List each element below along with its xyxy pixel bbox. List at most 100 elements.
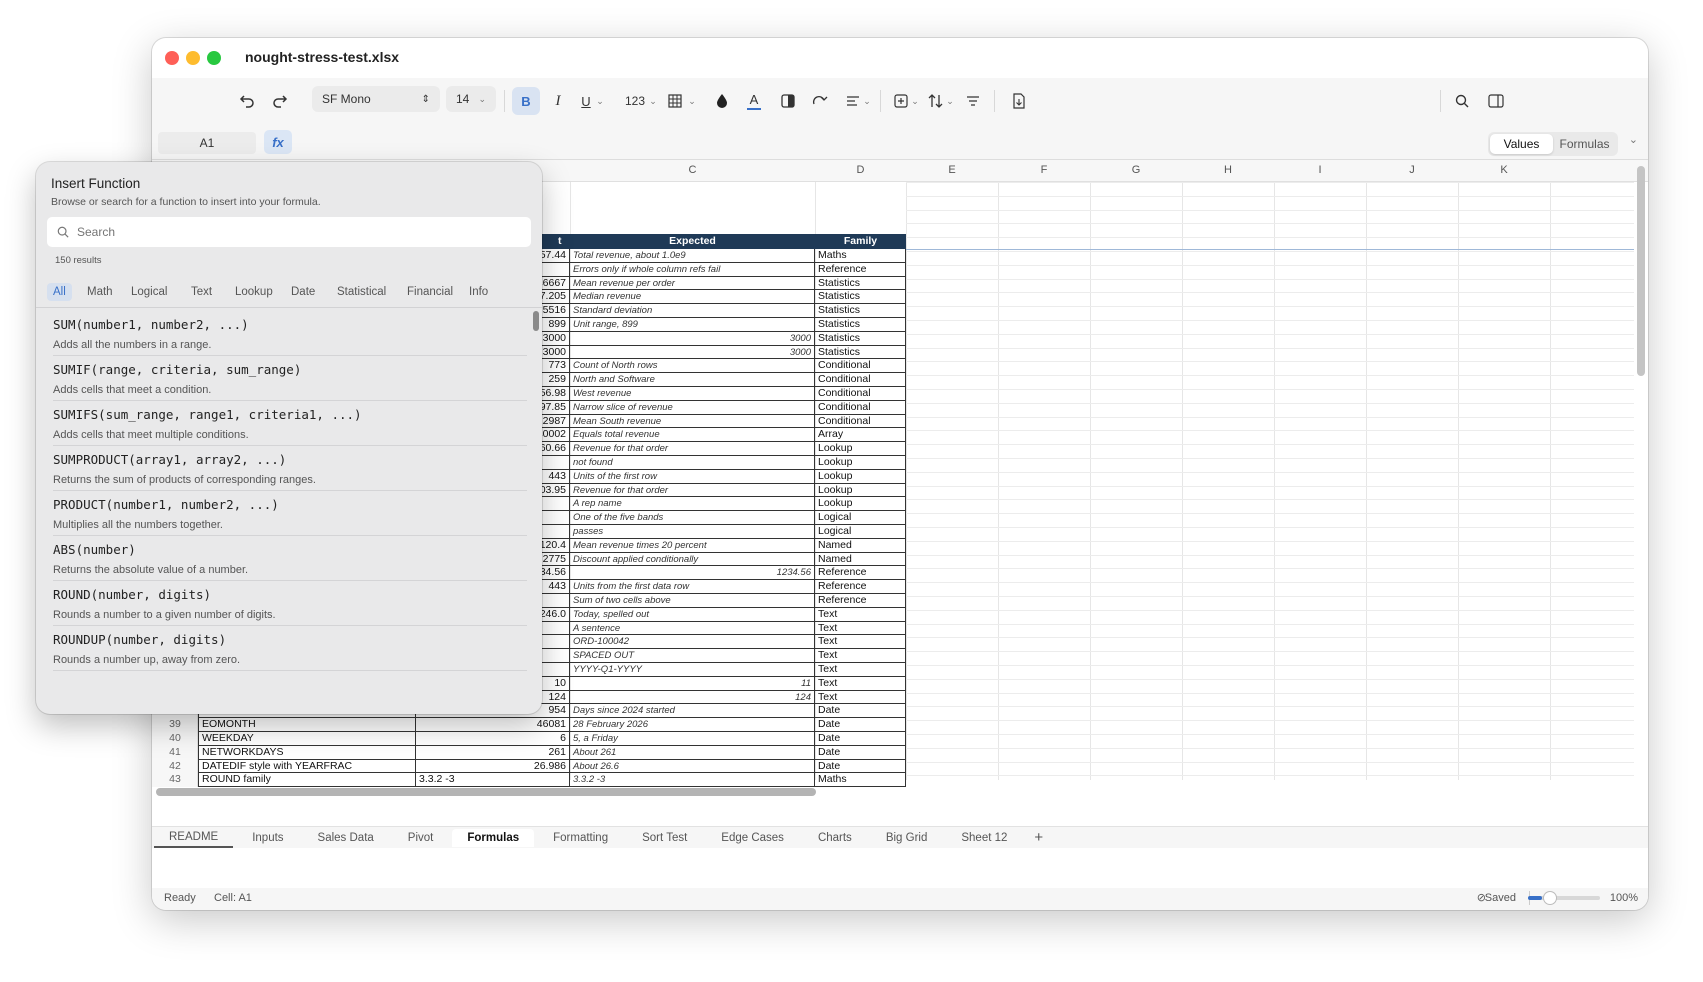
table-cell[interactable]: Mean revenue per order (570, 276, 815, 291)
table-cell[interactable]: Reference (815, 262, 906, 277)
table-cell[interactable]: DATEDIF style with YEARFRAC (198, 759, 416, 774)
table-cell[interactable]: Revenue for that order (570, 483, 815, 498)
table-cell[interactable]: Text (815, 663, 906, 677)
sheet-tab[interactable]: Sort Test (627, 829, 702, 847)
sheet-tab[interactable]: Pivot (393, 829, 449, 847)
function-list-scrollbar[interactable] (533, 311, 539, 331)
table-cell[interactable]: A sentence (570, 621, 815, 636)
text-color-button[interactable]: A (742, 87, 766, 115)
category-filter[interactable]: Financial (401, 283, 459, 301)
borders-button[interactable] (664, 87, 686, 115)
font-family-select[interactable]: SF Mono ⇕ (312, 86, 440, 112)
table-cell[interactable]: WEEKDAY (198, 732, 416, 746)
sheet-tab[interactable]: Big Grid (871, 829, 943, 847)
category-filter[interactable]: All (47, 283, 72, 301)
row-number[interactable]: 41 (152, 746, 198, 759)
table-cell[interactable]: Statistics (815, 290, 906, 305)
row-number[interactable]: 42 (152, 760, 198, 773)
table-cell[interactable]: Statistics (815, 331, 906, 346)
insert-button[interactable] (890, 87, 912, 115)
table-cell[interactable]: Sum of two cells above (570, 594, 815, 608)
table-cell[interactable]: 26.986 (416, 759, 570, 774)
table-cell[interactable]: 11 (570, 676, 815, 691)
sheet-tab[interactable]: README (154, 828, 234, 848)
table-cell[interactable]: Array (815, 428, 906, 443)
table-cell[interactable]: Unit range, 899 (570, 318, 815, 332)
table-cell[interactable]: Date (815, 704, 906, 719)
table-cell[interactable]: Named (815, 552, 906, 567)
table-cell[interactable]: Maths (815, 249, 906, 263)
sheet-tab[interactable]: Formulas (452, 828, 535, 847)
table-cell[interactable]: Units of the first row (570, 469, 815, 484)
table-cell[interactable]: One of the five bands (570, 511, 815, 525)
table-cell[interactable]: Text (815, 690, 906, 705)
table-cell[interactable]: NETWORKDAYS (198, 745, 416, 760)
table-cell[interactable]: Text (815, 607, 906, 622)
table-cell[interactable]: Statistics (815, 304, 906, 318)
table-header-cell[interactable]: Expected (570, 235, 815, 248)
table-cell[interactable]: North and Software (570, 373, 815, 387)
function-item[interactable]: ROUNDUP(number, digits) Rounds a number u… (53, 626, 527, 671)
function-item[interactable]: ROUND(number, digits) Rounds a number to … (53, 581, 527, 626)
category-filter[interactable]: Statistical (331, 283, 392, 301)
function-search-input[interactable] (77, 225, 497, 239)
table-cell[interactable]: A rep name (570, 497, 815, 512)
sidebar-toggle-button[interactable] (1484, 87, 1508, 115)
category-filter[interactable]: Info (463, 283, 494, 301)
export-button[interactable] (1008, 87, 1030, 115)
table-cell[interactable]: Date (815, 759, 906, 774)
column-header[interactable]: D (841, 164, 881, 177)
table-cell[interactable]: Conditional (815, 400, 906, 415)
category-filter[interactable]: Lookup (229, 283, 279, 301)
row-number[interactable]: 40 (152, 732, 198, 745)
column-header[interactable]: K (1484, 164, 1524, 177)
cell-reference-box[interactable]: A1 (158, 132, 256, 154)
table-cell[interactable]: Count of North rows (570, 359, 815, 374)
add-sheet-button[interactable]: + (1024, 827, 1053, 848)
table-cell[interactable]: Mean South revenue (570, 414, 815, 429)
column-header[interactable]: H (1208, 164, 1248, 177)
category-filter[interactable]: Math (81, 283, 119, 301)
conditional-format-button[interactable] (776, 87, 800, 115)
table-cell[interactable]: 6 (416, 732, 570, 746)
table-header-cell[interactable]: t (558, 235, 568, 248)
function-item[interactable]: SUM(number1, number2, ...) Adds all the n… (53, 311, 527, 356)
column-header[interactable]: I (1300, 164, 1340, 177)
vertical-scrollbar[interactable] (1637, 166, 1645, 376)
table-cell[interactable]: YYYY-Q1-YYYY (570, 663, 815, 677)
filter-button[interactable] (962, 87, 984, 115)
table-cell[interactable]: Reference (815, 566, 906, 581)
table-cell[interactable]: West revenue (570, 387, 815, 401)
table-cell[interactable]: 261 (416, 745, 570, 760)
table-cell[interactable]: Total revenue, about 1.0e9 (570, 249, 815, 263)
table-cell[interactable]: Statistics (815, 276, 906, 291)
sheet-tab[interactable]: Sheet 12 (946, 829, 1022, 847)
table-cell[interactable]: 5, a Friday (570, 732, 815, 746)
column-header[interactable]: G (1116, 164, 1156, 177)
table-cell[interactable]: Days since 2024 started (570, 704, 815, 719)
underline-button[interactable]: U (576, 87, 596, 115)
italic-button[interactable]: I (546, 87, 570, 115)
number-format-button[interactable]: 123 (622, 87, 648, 115)
table-cell[interactable]: Standard deviation (570, 304, 815, 318)
table-cell[interactable]: Conditional (815, 373, 906, 387)
table-cell[interactable]: Lookup (815, 497, 906, 512)
fill-color-button[interactable] (710, 87, 734, 115)
close-window-button[interactable] (165, 51, 179, 65)
table-cell[interactable]: ORD-100042 (570, 635, 815, 650)
column-header[interactable]: C (673, 164, 713, 177)
table-cell[interactable]: 3000 (570, 331, 815, 346)
table-cell[interactable]: Date (815, 718, 906, 732)
table-cell[interactable]: About 26.6 (570, 759, 815, 774)
table-cell[interactable]: Date (815, 745, 906, 760)
sheet-tab[interactable]: Charts (803, 829, 867, 847)
zoom-window-button[interactable] (207, 51, 221, 65)
row-number[interactable]: 39 (152, 718, 198, 731)
minimize-window-button[interactable] (186, 51, 200, 65)
table-cell[interactable]: ROUND family (198, 773, 416, 788)
table-cell[interactable]: 3.3.2 -3 (570, 773, 815, 788)
table-cell[interactable]: About 261 (570, 745, 815, 760)
category-filter[interactable]: Text (185, 283, 218, 301)
table-cell[interactable]: Reference (815, 594, 906, 608)
function-item[interactable]: SUMPRODUCT(array1, array2, ...) Returns t… (53, 446, 527, 491)
